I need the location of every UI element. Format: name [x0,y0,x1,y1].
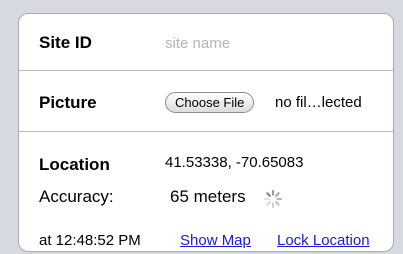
site-name-input[interactable] [165,32,375,54]
accuracy-label: Accuracy: [39,187,114,206]
location-label: Location [39,155,110,174]
coordinates-value: 41.53338, -70.65083 [165,154,304,171]
choose-file-button[interactable]: Choose File [165,92,255,113]
location-timestamp: at 12:48:52 PM [39,232,141,249]
location-row: Location 41.53338, -70.65083 Accuracy: 6… [19,132,393,251]
site-form-card: Site ID Picture Choose File no fil…lecte… [18,13,394,252]
lock-location-link[interactable]: Lock Location [277,232,370,249]
show-map-link[interactable]: Show Map [180,232,251,249]
picture-row: Picture Choose File no fil…lected [19,71,393,132]
site-id-label: Site ID [39,33,92,52]
picture-label: Picture [39,93,97,112]
accuracy-value: 65 meters [170,187,246,206]
site-id-row: Site ID [19,14,393,71]
file-status-text: no fil…lected [275,94,362,111]
loading-spinner-icon [263,189,283,209]
